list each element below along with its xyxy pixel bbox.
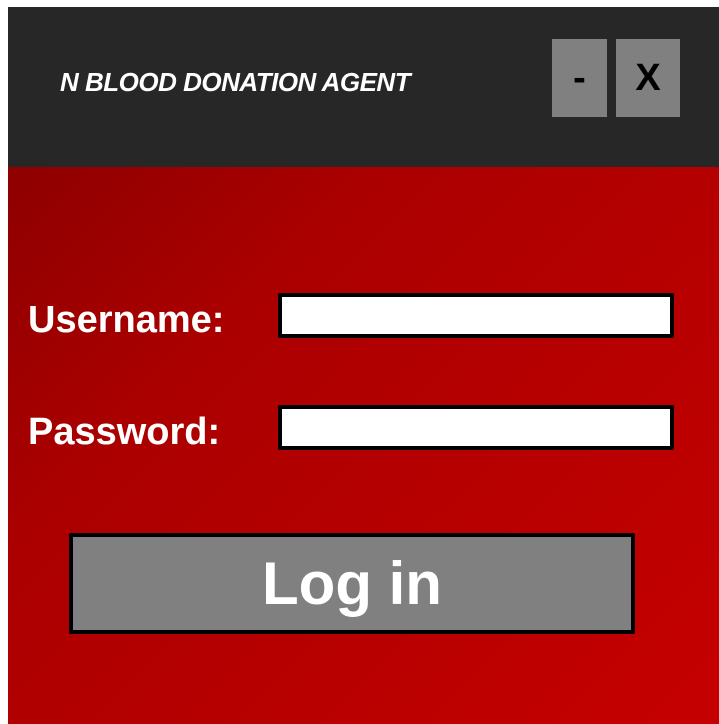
close-button[interactable]: X — [616, 39, 680, 117]
username-input[interactable] — [278, 293, 674, 338]
minimize-button[interactable]: - — [552, 39, 607, 117]
login-button[interactable]: Log in — [69, 533, 635, 634]
username-label: Username: — [28, 299, 225, 341]
login-window: N BLOOD DONATION AGENT - X Username: Pas… — [8, 7, 719, 724]
login-panel: Username: Password: Log in — [8, 167, 719, 724]
password-label: Password: — [28, 411, 221, 453]
window-title: N BLOOD DONATION AGENT — [60, 67, 411, 97]
title-bar[interactable]: N BLOOD DONATION AGENT - X — [8, 7, 719, 167]
password-input[interactable] — [278, 405, 674, 450]
